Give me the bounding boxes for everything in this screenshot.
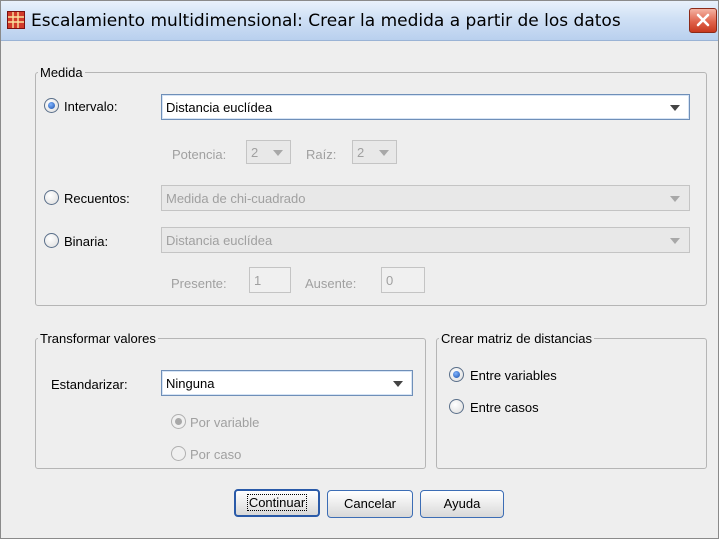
- counts-label: Recuentos:: [64, 191, 130, 206]
- close-button[interactable]: [689, 8, 717, 33]
- help-button[interactable]: Ayuda: [420, 490, 504, 518]
- standardize-value: Ninguna: [166, 376, 215, 391]
- root-label: Raíz:: [306, 147, 337, 162]
- interval-measure-value: Distancia euclídea: [166, 100, 273, 115]
- between-variables-radio[interactable]: [449, 367, 464, 382]
- dialog-window: Escalamiento multidimensional: Crear la …: [0, 0, 719, 539]
- transform-legend: Transformar valores: [40, 331, 156, 346]
- binary-measure-select[interactable]: Distancia euclídea: [161, 227, 690, 253]
- continue-label: Continuar: [246, 494, 308, 511]
- binary-radio[interactable]: [44, 233, 59, 248]
- power-value: 2: [251, 145, 259, 160]
- present-value: 1: [254, 273, 262, 288]
- between-cases-radio[interactable]: [449, 399, 464, 414]
- close-icon: [696, 13, 710, 27]
- by-case-label: Por caso: [190, 447, 242, 462]
- chevron-down-icon: [670, 196, 680, 202]
- measure-legend: Medida: [40, 65, 83, 80]
- cancel-label: Cancelar: [343, 496, 397, 511]
- between-variables-label: Entre variables: [470, 368, 557, 383]
- title-bar[interactable]: Escalamiento multidimensional: Crear la …: [1, 1, 718, 41]
- chevron-down-icon: [379, 150, 389, 156]
- binary-measure-value: Distancia euclídea: [166, 233, 273, 248]
- root-select[interactable]: 2: [352, 140, 397, 164]
- help-label: Ayuda: [443, 496, 481, 511]
- absent-value: 0: [386, 273, 394, 288]
- counts-radio[interactable]: [44, 190, 59, 205]
- chevron-down-icon: [670, 238, 680, 244]
- interval-measure-select[interactable]: Distancia euclídea: [161, 94, 690, 120]
- standardize-select[interactable]: Ninguna: [161, 370, 413, 396]
- by-case-radio[interactable]: [171, 446, 186, 461]
- present-input[interactable]: 1: [249, 267, 291, 293]
- absent-label: Ausente:: [305, 276, 357, 291]
- interval-label: Intervalo:: [64, 99, 118, 114]
- window-title: Escalamiento multidimensional: Crear la …: [31, 11, 621, 31]
- interval-radio[interactable]: [44, 98, 59, 113]
- continue-button[interactable]: Continuar: [234, 489, 320, 517]
- by-variable-label: Por variable: [190, 415, 260, 430]
- by-variable-radio[interactable]: [171, 414, 186, 429]
- spss-grid-icon: [7, 11, 25, 29]
- chevron-down-icon: [273, 150, 283, 156]
- power-label: Potencia:: [172, 147, 227, 162]
- present-label: Presente:: [171, 276, 227, 291]
- binary-label: Binaria:: [64, 234, 109, 249]
- counts-measure-value: Medida de chi-cuadrado: [166, 191, 306, 206]
- between-cases-label: Entre casos: [470, 400, 539, 415]
- cancel-button[interactable]: Cancelar: [327, 490, 413, 518]
- absent-input[interactable]: 0: [381, 267, 425, 293]
- counts-measure-select[interactable]: Medida de chi-cuadrado: [161, 185, 690, 211]
- chevron-down-icon: [393, 381, 403, 387]
- power-select[interactable]: 2: [246, 140, 291, 164]
- standardize-label: Estandarizar:: [51, 377, 128, 392]
- root-value: 2: [357, 145, 365, 160]
- chevron-down-icon: [670, 105, 680, 111]
- distance-matrix-legend: Crear matriz de distancias: [441, 331, 592, 346]
